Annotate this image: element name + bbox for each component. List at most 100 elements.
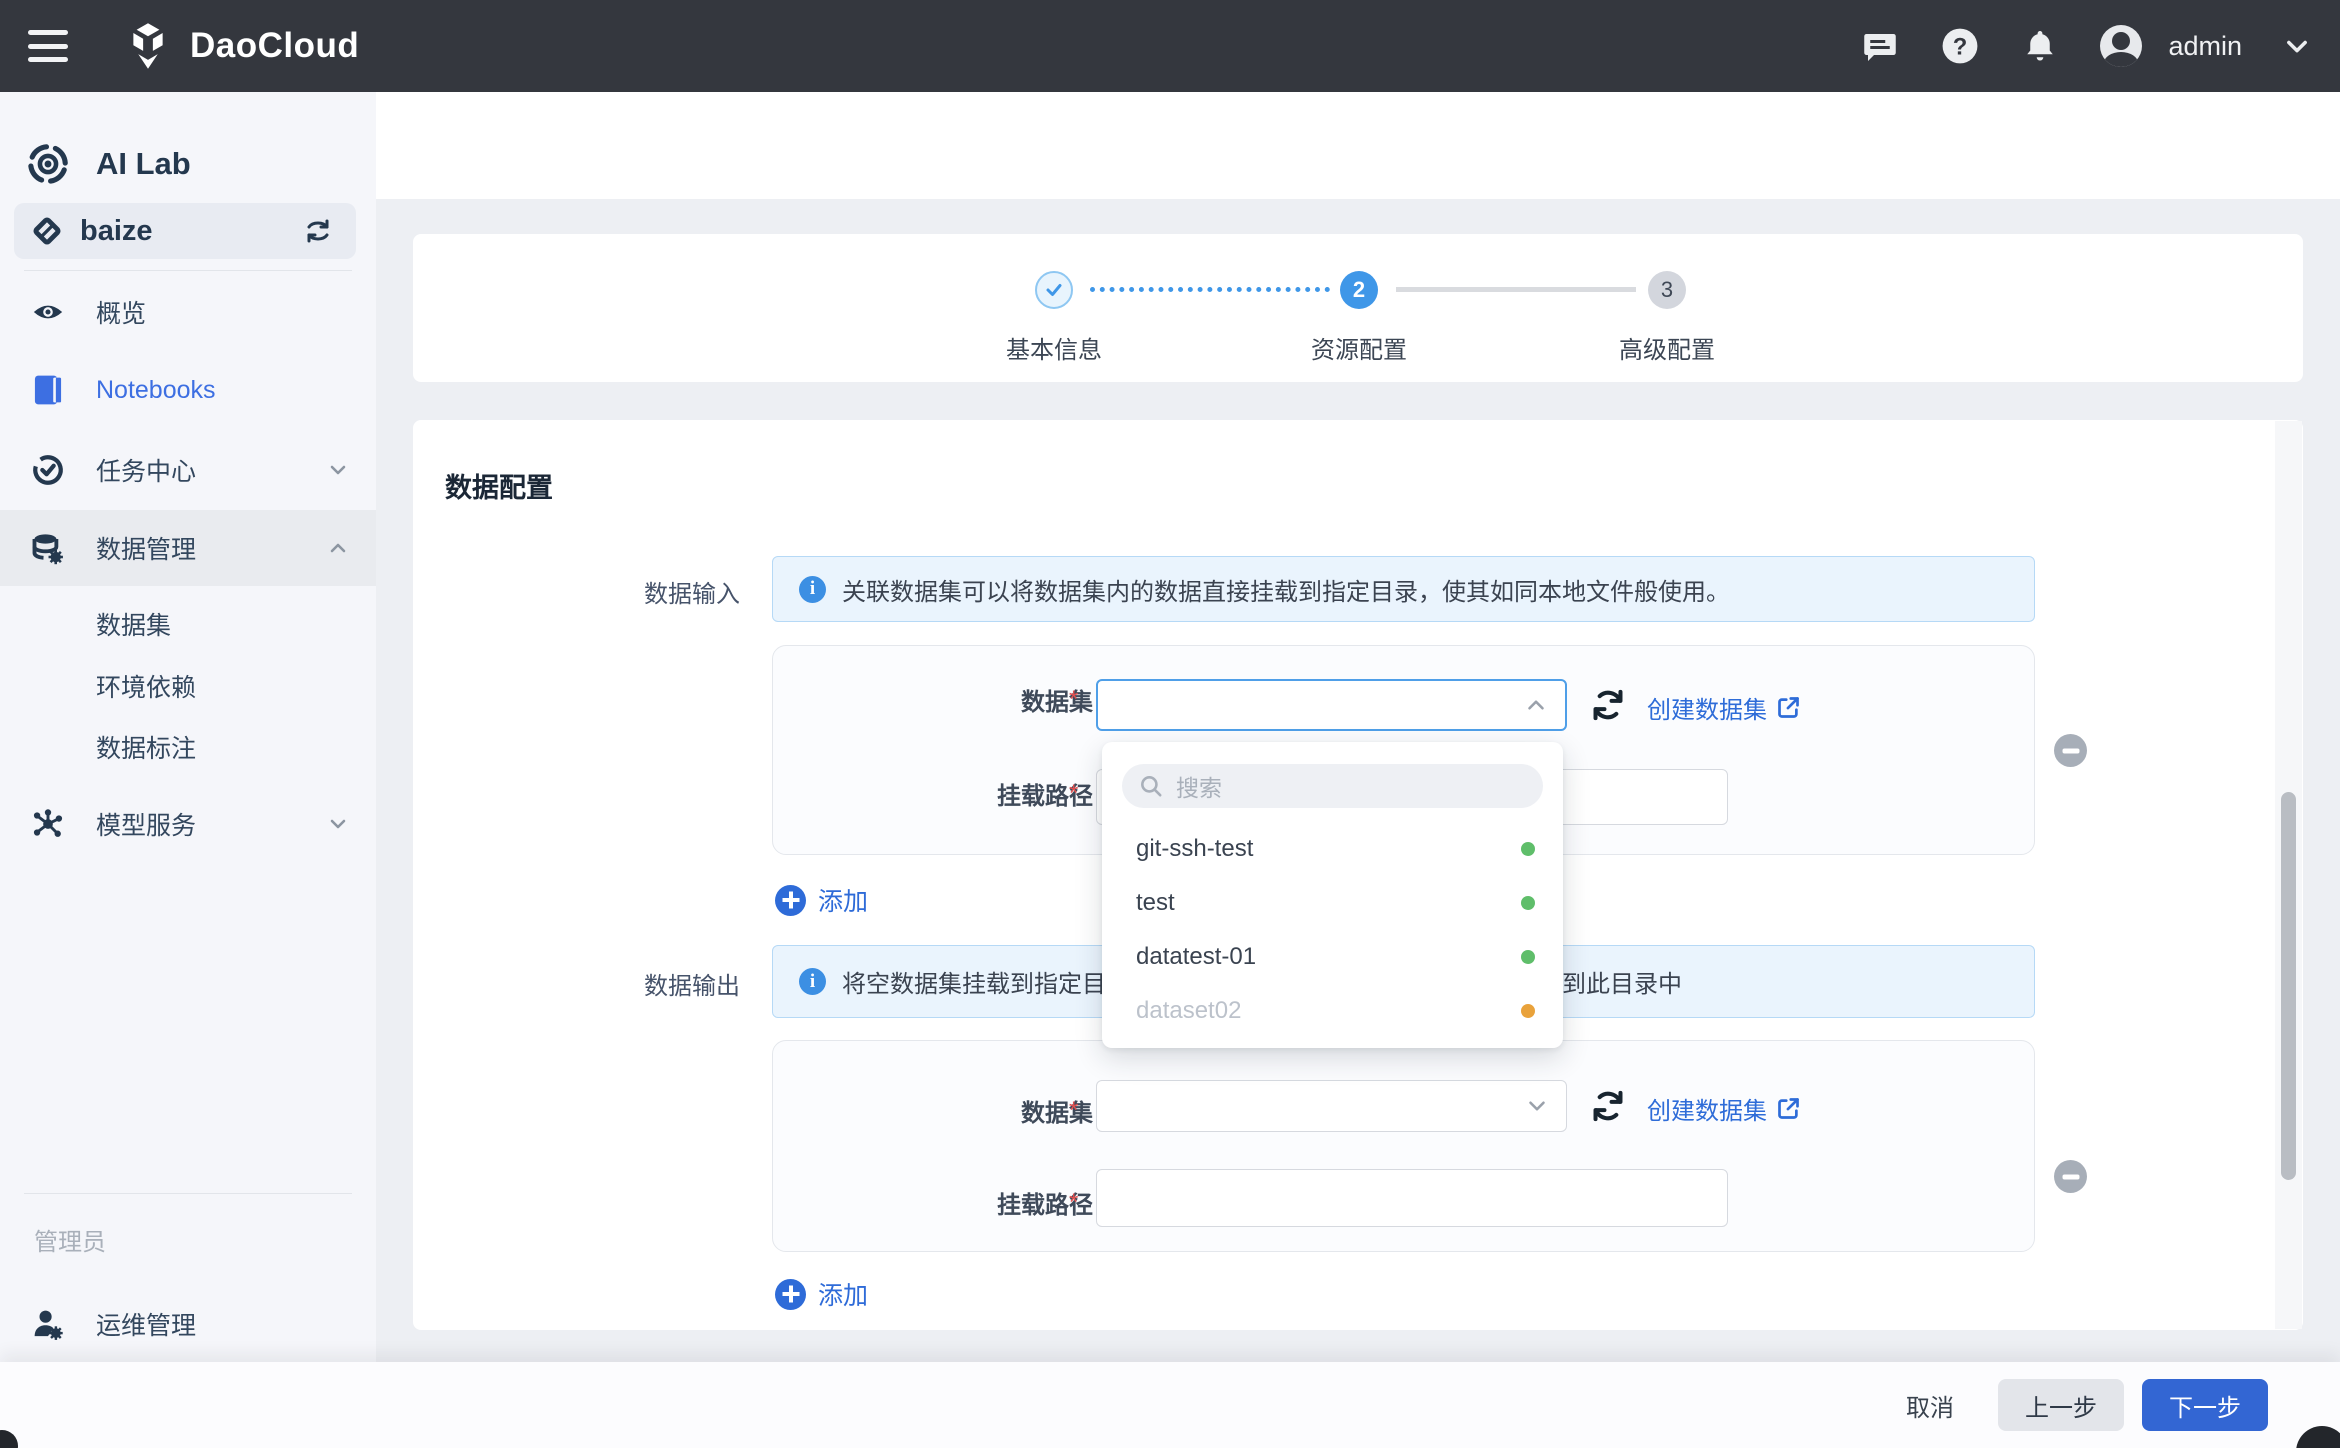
required-mark: *	[1069, 1189, 1078, 1217]
section-title: 数据配置	[445, 466, 553, 505]
chevron-up-icon	[1523, 692, 1549, 718]
product-name: AI Lab	[96, 146, 191, 182]
external-link-icon	[1775, 694, 1802, 721]
remove-data-output-button[interactable]	[2054, 1160, 2087, 1193]
sidebar-item-notebooks[interactable]: Notebooks	[0, 358, 376, 422]
stepper-connector-done	[1090, 287, 1330, 292]
page-header	[376, 92, 2340, 199]
mount-path-input[interactable]	[1096, 1169, 1728, 1227]
product-header: AI Lab	[0, 128, 376, 200]
step-3-indicator[interactable]: 3	[1648, 271, 1686, 309]
required-mark: *	[1069, 1097, 1078, 1125]
dropdown-option-git-ssh-test[interactable]: git-ssh-test	[1102, 822, 1563, 876]
notebook-icon	[0, 373, 96, 407]
next-step-button[interactable]: 下一步	[2142, 1379, 2268, 1431]
data-output-card: 数据集 * 创建数据集 挂载路径 *	[772, 1040, 2035, 1252]
dropdown-option-datatest-01[interactable]: datatest-01	[1102, 930, 1563, 984]
dataset-dropdown: 搜索 git-ssh-test test datatest-01 dataset…	[1102, 742, 1563, 1048]
sidebar: AI Lab baize 概览	[0, 92, 376, 1448]
sidebar-item-overview[interactable]: 概览	[0, 280, 376, 344]
brand-name: DaoCloud	[190, 26, 359, 66]
dropdown-option-test[interactable]: test	[1102, 876, 1563, 930]
sidebar-item-label: 数据管理	[96, 530, 196, 566]
user-chevron-down-icon[interactable]	[2282, 26, 2312, 66]
divider	[24, 270, 352, 271]
workspace-selector[interactable]: baize	[14, 203, 356, 259]
scrollbar-thumb[interactable]	[2281, 792, 2296, 1180]
sidebar-item-label: 环境依赖	[96, 668, 196, 704]
daocloud-logo-icon	[122, 20, 174, 72]
sidebar-item-label: Notebooks	[96, 376, 216, 405]
info-icon: i	[799, 576, 826, 603]
footer-action-bar: 取消 上一步 下一步	[0, 1362, 2340, 1448]
info-banner-text: 关联数据集可以将数据集内的数据直接挂载到指定目录，使其如同本地文件般使用。	[842, 572, 1730, 607]
data-output-label: 数据输出	[520, 966, 740, 1001]
create-dataset-link[interactable]: 创建数据集	[1647, 1091, 1802, 1126]
workspace-icon	[14, 214, 80, 248]
brand[interactable]: DaoCloud	[122, 0, 359, 92]
message-icon[interactable]	[1860, 26, 1900, 66]
sidebar-item-model-services[interactable]: 模型服务	[0, 792, 376, 856]
chevron-down-icon	[326, 812, 350, 836]
cancel-button[interactable]: 取消	[1880, 1379, 1980, 1431]
user-avatar[interactable]	[2100, 25, 2142, 67]
sidebar-item-data-annotation[interactable]: 数据标注	[0, 715, 376, 779]
eye-icon	[0, 295, 96, 329]
add-button-label: 添加	[818, 882, 868, 918]
database-gear-icon	[0, 530, 96, 566]
required-mark: *	[1069, 686, 1078, 714]
dataset-select-input[interactable]	[1096, 1080, 1567, 1132]
remove-data-input-button[interactable]	[2054, 734, 2087, 767]
plus-circle-icon	[775, 885, 806, 916]
status-dot	[1521, 896, 1535, 910]
dataset-select-input[interactable]	[1096, 679, 1567, 731]
option-label: git-ssh-test	[1136, 835, 1253, 863]
sidebar-item-ops-management[interactable]: 运维管理	[0, 1292, 376, 1356]
add-data-input-button[interactable]: 添加	[775, 882, 868, 918]
search-icon	[1138, 773, 1164, 799]
dropdown-search-input[interactable]: 搜索	[1122, 764, 1543, 808]
chevron-down-icon	[326, 458, 350, 482]
sidebar-item-datasets[interactable]: 数据集	[0, 592, 376, 656]
refresh-datasets-icon[interactable]	[1589, 686, 1627, 724]
sidebar-item-data-management[interactable]: 数据管理	[0, 510, 376, 586]
option-label: test	[1136, 889, 1175, 917]
previous-step-button[interactable]: 上一步	[1998, 1379, 2124, 1431]
workspace-switch-icon[interactable]	[302, 215, 334, 247]
sidebar-item-label: 模型服务	[96, 806, 196, 842]
required-mark: *	[1069, 780, 1078, 808]
top-bar: DaoCloud ? admin	[0, 0, 2340, 92]
stepper-panel: 2 3 基本信息 资源配置 高级配置	[413, 234, 2303, 382]
external-link-icon	[1775, 1095, 1802, 1122]
menu-icon[interactable]	[28, 30, 68, 62]
create-dataset-link-label: 创建数据集	[1647, 1091, 1767, 1126]
model-nodes-icon	[0, 807, 96, 841]
username[interactable]: admin	[2168, 31, 2242, 62]
workspace-name: baize	[80, 215, 153, 248]
step-2-label: 资源配置	[1311, 330, 1407, 365]
option-label: datatest-01	[1136, 943, 1256, 971]
sidebar-item-label: 概览	[96, 294, 146, 330]
refresh-datasets-icon[interactable]	[1589, 1087, 1627, 1125]
topbar-actions: ? admin	[1860, 0, 2312, 92]
task-clock-icon	[0, 453, 96, 487]
divider	[24, 1193, 352, 1194]
chevron-down-icon	[1524, 1093, 1550, 1119]
add-button-label: 添加	[818, 1276, 868, 1312]
ai-lab-icon	[0, 141, 96, 187]
svg-text:?: ?	[1953, 34, 1968, 61]
step-2-indicator[interactable]: 2	[1340, 271, 1378, 309]
sidebar-item-env-dependencies[interactable]: 环境依赖	[0, 654, 376, 718]
add-data-output-button[interactable]: 添加	[775, 1276, 868, 1312]
help-icon[interactable]: ?	[1940, 26, 1980, 66]
create-dataset-link[interactable]: 创建数据集	[1647, 690, 1802, 725]
info-banner-text-right: 到此目录中	[1562, 964, 1682, 999]
status-dot	[1521, 950, 1535, 964]
sidebar-item-task-center[interactable]: 任务中心	[0, 438, 376, 502]
notification-bell-icon[interactable]	[2020, 26, 2060, 66]
step-1-indicator[interactable]	[1035, 271, 1073, 309]
ops-person-gear-icon	[0, 1307, 96, 1341]
info-banner-text-left: 将空数据集挂载到指定目	[842, 964, 1106, 999]
search-placeholder: 搜索	[1176, 769, 1222, 803]
dropdown-option-dataset02[interactable]: dataset02	[1102, 984, 1563, 1038]
